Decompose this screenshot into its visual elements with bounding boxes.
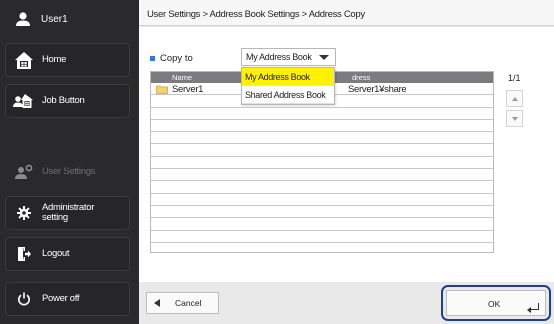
logout-label: Logout <box>42 248 70 259</box>
logout-icon <box>6 237 42 271</box>
power-icon <box>6 282 42 316</box>
job-button-label: Job Button <box>42 95 85 106</box>
ok-button[interactable]: OK <box>446 290 546 316</box>
table-row-empty <box>151 132 493 145</box>
user-name: User1 <box>41 13 68 25</box>
back-arrow-icon <box>154 299 160 307</box>
table-row-empty <box>151 120 493 133</box>
sidebar: User1 Home Job Button User Settings Admi… <box>0 0 139 324</box>
table-row-empty <box>151 231 493 243</box>
row-address: Server1¥share <box>348 84 407 95</box>
home-button[interactable]: Home <box>5 43 130 77</box>
footer-bar: Cancel OK <box>139 282 554 324</box>
option-shared-address-book[interactable]: Shared Address Book <box>242 86 334 104</box>
table-row-empty <box>151 206 493 219</box>
enter-icon <box>527 303 539 313</box>
table-row-empty <box>151 108 493 120</box>
user-settings-label: User Settings <box>42 166 96 177</box>
job-button[interactable]: Job Button <box>5 84 130 118</box>
table-row-empty <box>151 181 493 194</box>
content-area: Copy to My Address Book Name dress Serve… <box>139 27 554 282</box>
option-my-address-book[interactable]: My Address Book <box>242 68 334 86</box>
row-name: Server1 <box>172 84 204 95</box>
main-panel: User Settings > Address Book Settings > … <box>139 0 554 324</box>
logout-button[interactable]: Logout <box>5 237 130 271</box>
cancel-button[interactable]: Cancel <box>146 292 219 314</box>
copy-to-dropdown-menu: My Address Book Shared Address Book <box>241 67 335 105</box>
administrator-setting-button[interactable]: Administrator setting <box>5 196 130 230</box>
scroll-up-button[interactable] <box>506 90 523 107</box>
user-indicator: User1 <box>5 4 130 34</box>
table-row-empty <box>151 194 493 206</box>
breadcrumb: User Settings > Address Book Settings > … <box>139 0 554 26</box>
table-row-empty <box>151 144 493 157</box>
gear-icon <box>6 196 42 230</box>
table-row-empty <box>151 169 493 182</box>
table-row-empty <box>151 218 493 231</box>
chevron-up-icon <box>511 96 518 101</box>
job-button-icon <box>6 84 42 118</box>
copy-to-selected-value: My Address Book <box>246 52 312 62</box>
home-icon <box>6 43 42 77</box>
folder-icon <box>156 85 168 94</box>
power-off-label: Power off <box>42 293 80 304</box>
bullet-icon <box>150 56 155 61</box>
copy-to-text: Copy to <box>160 53 193 64</box>
table-row-empty <box>151 157 493 170</box>
column-header-address: dress <box>352 73 371 82</box>
chevron-down-icon <box>511 116 518 121</box>
scroll-down-button[interactable] <box>506 110 523 127</box>
cancel-label: Cancel <box>175 298 202 308</box>
user-settings-button: User Settings <box>5 155 130 189</box>
user-icon <box>5 4 41 34</box>
user-settings-icon <box>6 155 42 189</box>
home-label: Home <box>42 54 67 65</box>
chevron-down-icon <box>319 55 329 60</box>
page-counter: 1/1 <box>508 73 521 83</box>
power-off-button[interactable]: Power off <box>5 282 130 316</box>
administrator-setting-label: Administrator setting <box>42 202 95 223</box>
copy-to-dropdown[interactable]: My Address Book <box>241 48 336 66</box>
ok-label: OK <box>488 299 501 309</box>
column-header-name: Name <box>172 73 193 82</box>
copy-to-label: Copy to <box>150 53 193 64</box>
